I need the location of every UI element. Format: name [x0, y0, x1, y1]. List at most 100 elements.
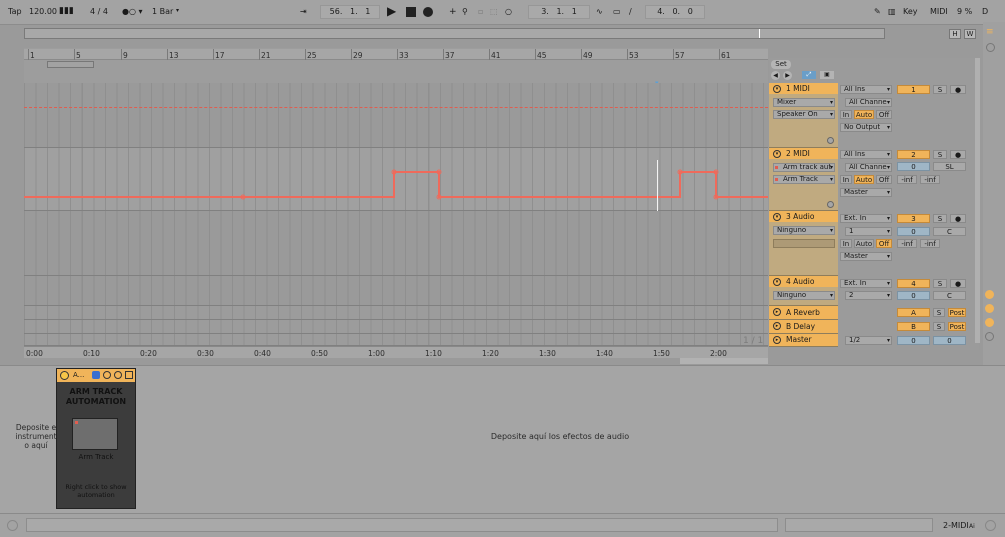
punch-out-icon[interactable]: ∕ — [629, 7, 632, 16]
returns-toggle-icon[interactable] — [985, 318, 994, 327]
monitor-in-2[interactable]: In — [840, 175, 852, 184]
metronome-icon[interactable]: ●○ ▾ — [122, 7, 143, 16]
automation-mode-icon[interactable]: ⤢ — [802, 71, 816, 79]
draw-mode-icon[interactable]: ✎ — [874, 7, 881, 16]
record-button[interactable] — [423, 7, 433, 17]
effects-drop-zone[interactable]: Deposite aquí los efectos de audio — [140, 432, 980, 441]
fold-device-icon[interactable] — [125, 371, 133, 379]
io-toggle-icon[interactable] — [985, 290, 994, 299]
track-header-1[interactable]: ▾1 MIDI Mixer Speaker On — [769, 83, 838, 148]
track-lane-3-audio[interactable] — [24, 211, 768, 276]
device-chooser[interactable]: Ninguno — [773, 291, 835, 300]
w-button[interactable]: W — [964, 29, 976, 39]
prev-icon[interactable]: ◀ — [771, 71, 780, 80]
punch-in-icon[interactable]: ∿ — [596, 7, 603, 16]
solo-button-3[interactable]: S — [933, 214, 947, 223]
track-header-3[interactable]: ▾ 3 Audio Ninguno — [769, 211, 838, 276]
re-enable-icon[interactable]: ▫ — [478, 7, 483, 16]
output-type-2[interactable]: Master — [840, 188, 892, 197]
fold-icon[interactable]: ▾ — [773, 278, 781, 286]
toggle-view-icon[interactable] — [985, 520, 996, 531]
control-chooser-empty[interactable] — [773, 239, 835, 248]
output-type-3[interactable]: Master — [840, 252, 892, 261]
arm-icon-3[interactable]: ● — [950, 214, 966, 223]
master-pan[interactable]: 0 — [933, 336, 966, 345]
return-lane-a[interactable] — [24, 306, 768, 320]
device-power-icon[interactable] — [60, 371, 69, 380]
capture-icon[interactable]: ⬚ — [490, 7, 498, 16]
arm-track-toggle[interactable] — [72, 418, 118, 450]
fold-icon[interactable]: ▸ — [773, 336, 781, 344]
selected-track-name[interactable]: 2-MIDI — [943, 521, 969, 530]
input-channel-2[interactable]: All Channe — [845, 163, 892, 172]
monitor-auto-3[interactable]: Auto — [854, 239, 874, 248]
return-post-b[interactable]: Post — [948, 322, 966, 331]
device-title-bar[interactable]: A... — [57, 369, 135, 382]
master-header[interactable]: ▸ Master — [769, 334, 838, 347]
h-button[interactable]: H — [949, 29, 961, 39]
edit-icon[interactable] — [114, 371, 122, 379]
info-toggle-icon[interactable] — [7, 520, 18, 531]
input-type-1[interactable]: All Ins — [840, 85, 892, 94]
beat-ruler[interactable]: 1 5 9 13 17 21 25 29 33 37 41 45 49 53 57 61 — [24, 49, 768, 60]
arm-icon-1[interactable]: ● — [950, 85, 966, 94]
fold-icon[interactable]: ▾ — [773, 150, 781, 158]
fold-icon[interactable]: ▾ — [773, 213, 781, 221]
sends-toggle-icon[interactable] — [985, 304, 994, 313]
track-activator-4[interactable]: 4 — [897, 279, 930, 288]
ai-icon[interactable]: Ai — [969, 523, 975, 530]
loop-length[interactable]: 4. 0. 0 — [645, 5, 705, 19]
return-header-a[interactable]: ▸ A Reverb — [769, 306, 838, 320]
tempo-field[interactable]: 120.00 — [29, 7, 57, 16]
arm-track-automation-device[interactable]: A... ARM TRACK AUTOMATION Arm Track Righ… — [56, 368, 136, 509]
horizontal-scrollbar[interactable] — [680, 358, 768, 364]
play-button[interactable]: ▶ — [387, 4, 396, 18]
mixer-toggle-icon[interactable] — [985, 332, 994, 341]
lock-icon[interactable]: ▣ — [820, 71, 834, 79]
monitor-in-1[interactable]: In — [840, 110, 852, 119]
input-channel-1[interactable]: All Channe — [845, 98, 892, 107]
control-chooser[interactable]: Arm Track — [773, 175, 835, 184]
vertical-scrollbar[interactable] — [975, 58, 980, 343]
song-position[interactable]: 56. 1. 1 — [320, 5, 380, 19]
track-lane-1-midi[interactable] — [24, 83, 768, 148]
instrument-drop-zone[interactable]: Deposite e instrument o aquí — [12, 423, 60, 450]
track-title-2[interactable]: ▾ 2 MIDI — [769, 148, 838, 159]
output-type-1[interactable]: No Output — [840, 123, 892, 132]
overdub-icon[interactable]: + — [449, 7, 457, 17]
return-solo-b[interactable]: S — [933, 322, 945, 331]
device-name[interactable]: A... — [73, 371, 84, 379]
fold-icon[interactable]: ▾ — [773, 85, 781, 93]
device-chooser[interactable]: Mixer — [773, 98, 835, 107]
next-icon[interactable]: ▶ — [783, 71, 792, 80]
monitor-off-2[interactable]: Off — [876, 175, 892, 184]
menu-icon[interactable]: ≡ — [986, 27, 998, 37]
device-chooser[interactable]: Arm track aut — [773, 163, 835, 172]
track-header-4[interactable]: ▾ 4 Audio Ninguno — [769, 276, 838, 306]
lane-toggle-icon[interactable] — [827, 201, 834, 208]
time-signature[interactable]: 4 / 4 — [90, 7, 108, 16]
volume-field-3[interactable]: 0 — [897, 227, 930, 236]
time-ruler[interactable]: 0:00 0:10 0:20 0:30 0:40 0:50 1:00 1:10 1:20 1:30… — [24, 346, 768, 358]
view-toggle-icon[interactable] — [986, 43, 995, 52]
monitor-auto-2[interactable]: Auto — [854, 175, 874, 184]
lane-toggle-icon[interactable] — [827, 137, 834, 144]
solo-button-2[interactable]: S — [933, 150, 947, 159]
max-icon[interactable] — [92, 371, 100, 379]
return-title-b[interactable]: ▸ B Delay — [769, 320, 838, 333]
track-title-3[interactable]: ▾ 3 Audio — [769, 211, 838, 222]
input-channel-3[interactable]: 1 — [845, 227, 892, 236]
loop-start[interactable]: 3. 1. 1 — [528, 5, 590, 19]
follow-icon[interactable]: ⇥ — [300, 7, 307, 16]
chevron-down-icon[interactable]: ▾ — [176, 7, 179, 14]
master-lane[interactable] — [24, 334, 768, 346]
track-activator-3[interactable]: 3 — [897, 214, 930, 223]
loop-switch-icon[interactable]: ▭ — [613, 7, 621, 16]
track-activator-1[interactable]: 1 — [897, 85, 930, 94]
device-chooser[interactable]: Ninguno — [773, 226, 835, 235]
track-header-2[interactable]: ▾2 MIDI Arm track aut Arm Track — [769, 148, 838, 211]
monitor-off-3[interactable]: Off — [876, 239, 892, 248]
return-activator-a[interactable]: A — [897, 308, 930, 317]
track-title-4[interactable]: ▾ 4 Audio — [769, 276, 838, 287]
monitor-in-3[interactable]: In — [840, 239, 852, 248]
